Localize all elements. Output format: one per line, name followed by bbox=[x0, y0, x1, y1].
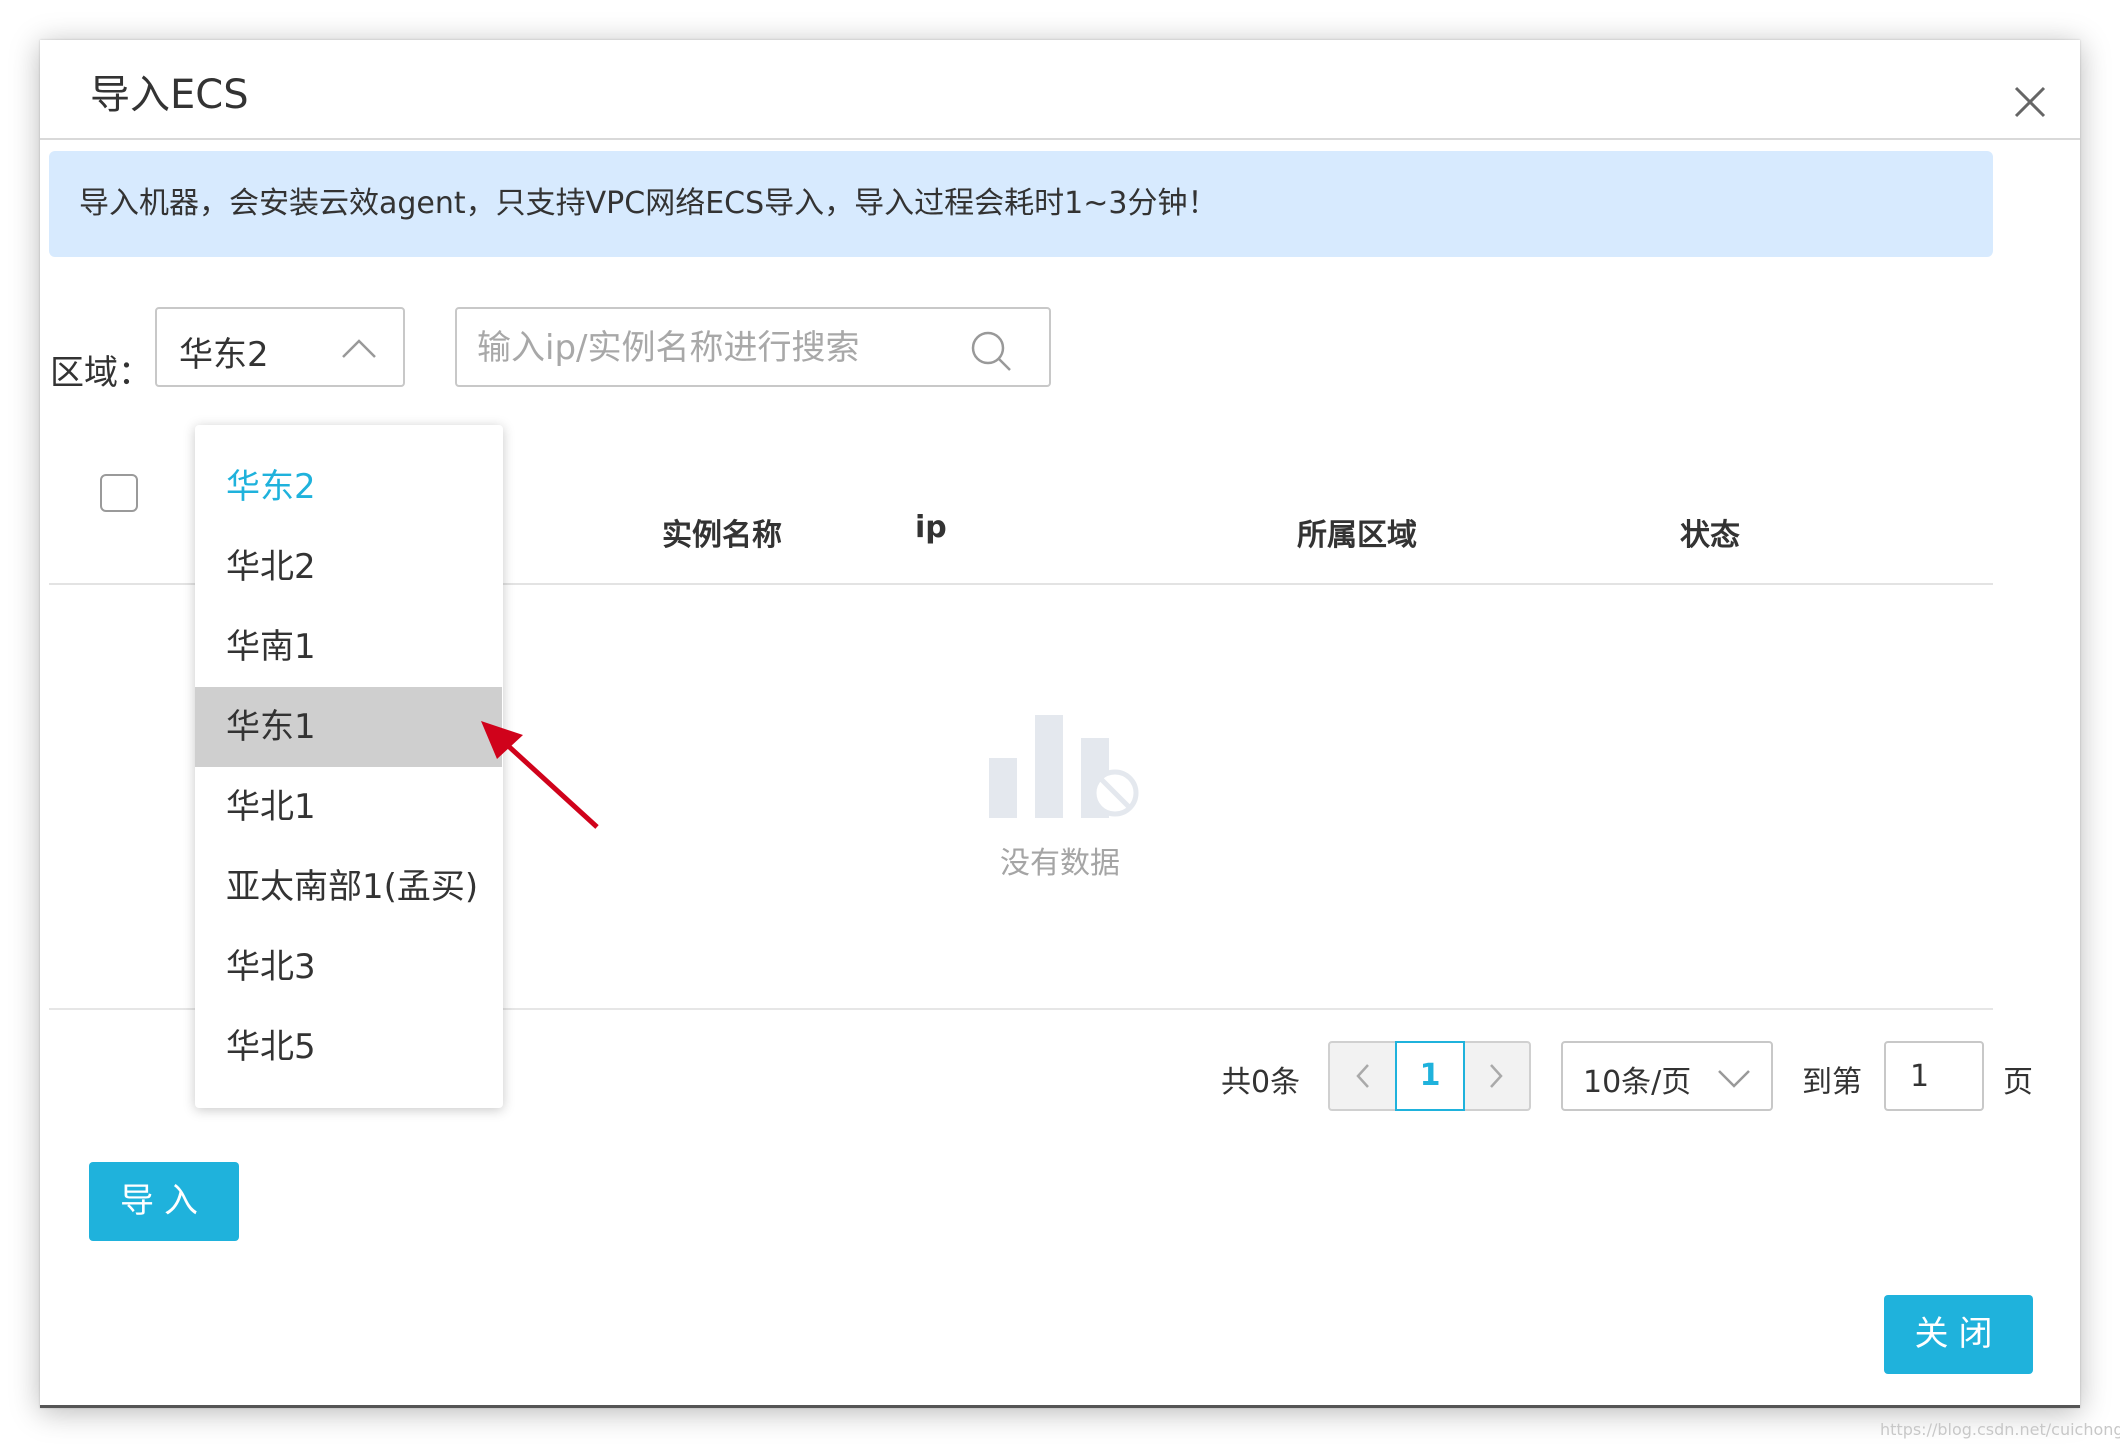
close-button[interactable]: 关闭 bbox=[1884, 1295, 2033, 1374]
page-size-select[interactable]: 10条/页 bbox=[1561, 1041, 1773, 1111]
column-header-status: 状态 bbox=[1680, 518, 1740, 553]
import-button[interactable]: 导入 bbox=[89, 1162, 239, 1241]
region-option[interactable]: 华北2 bbox=[195, 527, 502, 607]
search-input[interactable] bbox=[477, 323, 957, 373]
search-icon[interactable] bbox=[969, 329, 1013, 373]
goto-page-suffix: 页 bbox=[2003, 1065, 2033, 1100]
pagination-current-page[interactable]: 1 bbox=[1395, 1041, 1465, 1111]
region-label: 区域： bbox=[50, 353, 152, 393]
chevron-right-icon[interactable] bbox=[1463, 1043, 1529, 1109]
region-dropdown: 华东2 华北2 华南1 华东1 华北1 亚太南部1(孟买) 华北3 华北5 bbox=[195, 425, 503, 1108]
pagination-pager: 1 bbox=[1328, 1041, 1531, 1111]
region-option[interactable]: 华北3 bbox=[195, 927, 502, 1007]
search-field[interactable] bbox=[455, 307, 1051, 387]
info-notice: 导入机器，会安装云效agent，只支持VPC网络ECS导入，导入过程会耗时1~3… bbox=[49, 151, 1993, 257]
chevron-down-icon bbox=[1718, 1070, 1750, 1088]
region-option[interactable]: 华北1 bbox=[195, 767, 502, 847]
region-select-value: 华东2 bbox=[179, 335, 269, 375]
region-option[interactable]: 华南1 bbox=[195, 607, 502, 687]
region-option[interactable]: 亚太南部1(孟买) bbox=[195, 847, 502, 927]
annotation-arrow-icon bbox=[481, 721, 599, 829]
goto-label: 到第 bbox=[1802, 1065, 1862, 1100]
no-data-icon bbox=[989, 715, 1139, 818]
column-header-ip: ip bbox=[915, 510, 947, 545]
watermark: https://blog.csdn.net/cuichongxin bbox=[1880, 1420, 2120, 1439]
close-icon[interactable] bbox=[2010, 82, 2050, 122]
region-select[interactable]: 华东2 bbox=[155, 307, 405, 387]
page-size-value: 10条/页 bbox=[1583, 1065, 1692, 1100]
region-option[interactable]: 华北5 bbox=[195, 1007, 502, 1087]
goto-page-input[interactable] bbox=[1884, 1041, 1984, 1111]
dialog-title: 导入ECS bbox=[90, 72, 249, 118]
chevron-left-icon[interactable] bbox=[1330, 1043, 1396, 1109]
chevron-up-icon bbox=[342, 339, 376, 358]
region-option[interactable]: 华东1 bbox=[195, 687, 502, 767]
column-header-region: 所属区域 bbox=[1297, 518, 1417, 553]
dialog-header: 导入ECS bbox=[40, 40, 2080, 140]
select-all-checkbox[interactable] bbox=[100, 474, 138, 512]
column-header-instance-name: 实例名称 bbox=[662, 518, 782, 553]
pagination-total: 共0条 bbox=[1221, 1065, 1301, 1100]
region-option[interactable]: 华东2 bbox=[195, 447, 502, 527]
